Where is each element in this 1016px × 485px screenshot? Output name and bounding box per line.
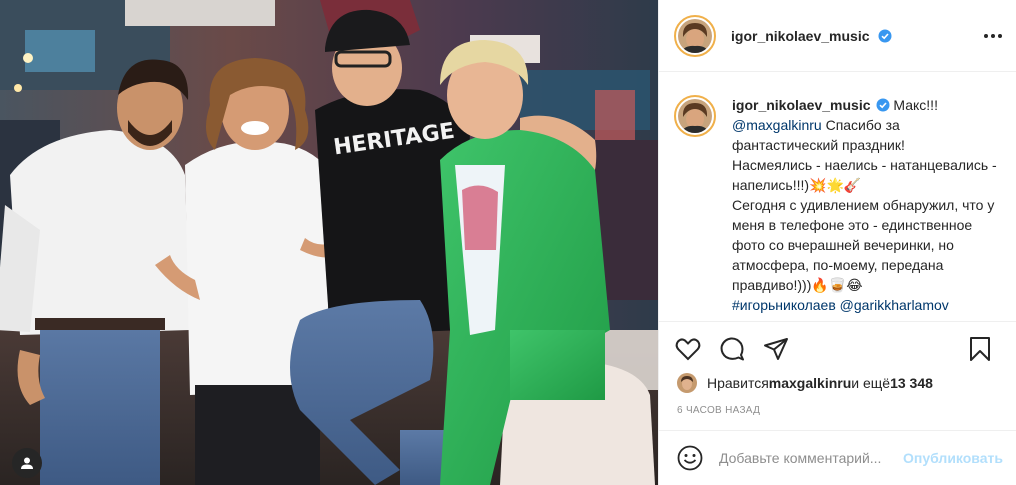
avatar-image [678, 99, 712, 133]
caption-body-1: Макс!!! [893, 97, 938, 113]
caption-author-avatar[interactable] [674, 95, 716, 137]
verified-badge-icon [876, 98, 890, 112]
comment-input[interactable] [719, 450, 901, 466]
share-button[interactable] [761, 334, 791, 364]
likes-middle: и ещё [851, 375, 891, 391]
author-username[interactable]: igor_nikolaev_music [731, 28, 892, 44]
caption-mention-link-2[interactable]: @garikkharlamov [836, 297, 949, 313]
post-timestamp[interactable]: 6 часов назад [677, 405, 760, 416]
user-tag-icon [21, 457, 33, 469]
post-actions [659, 321, 1016, 375]
tagged-users-button[interactable] [12, 448, 42, 478]
avatar-image [677, 373, 697, 393]
emoji-button[interactable] [677, 445, 703, 471]
author-avatar[interactable] [674, 14, 716, 57]
more-options-button[interactable] [981, 27, 1005, 45]
post-comment-button[interactable]: Опубликовать [903, 450, 1003, 466]
verified-badge-icon [878, 29, 892, 42]
caption-area: igor_nikolaev_music Макс!!! @maxgalkinru… [659, 73, 1016, 321]
post-header: igor_nikolaev_music [659, 0, 1016, 72]
caption-hashtag-link[interactable]: #игорьниколаев [732, 297, 836, 313]
emoji-icon [677, 445, 703, 471]
more-icon [984, 34, 1002, 38]
liker-username[interactable]: maxgalkinru [769, 375, 851, 391]
caption-body-2: Спасибо за фантастический праздник! Насм… [732, 117, 997, 293]
avatar-image [678, 18, 712, 53]
heart-icon [675, 337, 701, 360]
comment-button[interactable] [717, 334, 747, 364]
add-comment-bar: Опубликовать [659, 430, 1016, 485]
caption-username[interactable]: igor_nikolaev_music [732, 97, 871, 113]
bookmark-icon [970, 337, 990, 361]
likes-summary: Нравится maxgalkinru и ещё 13 348 [677, 371, 933, 395]
save-button[interactable] [965, 334, 995, 364]
post-side-panel: igor_nikolaev_music igor_nikolaev_music … [658, 0, 1016, 485]
liker-avatar[interactable] [677, 373, 697, 393]
likes-count[interactable]: 13 348 [890, 375, 933, 391]
post-photo[interactable]: HERITAGE [0, 0, 658, 485]
comment-icon [720, 336, 744, 360]
like-button[interactable] [673, 334, 703, 364]
party-photo-image: HERITAGE [0, 0, 658, 485]
caption-text: igor_nikolaev_music Макс!!! @maxgalkinru… [732, 95, 1001, 321]
author-username-text[interactable]: igor_nikolaev_music [731, 28, 870, 44]
likes-prefix: Нравится [707, 375, 769, 391]
share-icon [764, 337, 788, 360]
caption-mention-link[interactable]: @maxgalkinru [732, 117, 822, 133]
